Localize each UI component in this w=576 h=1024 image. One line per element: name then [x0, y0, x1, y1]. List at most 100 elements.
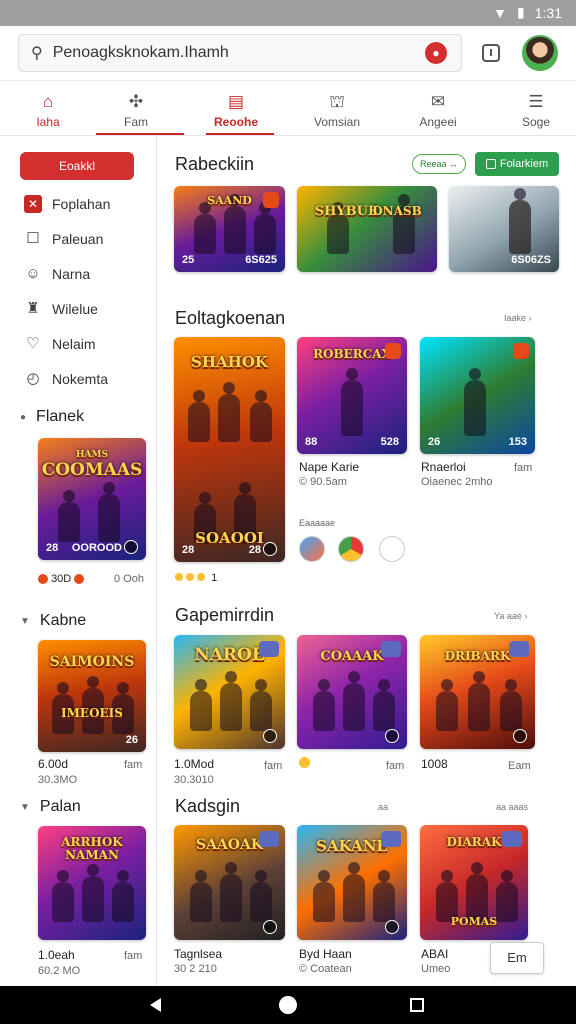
home-button-icon[interactable] — [279, 996, 297, 1014]
character-art — [341, 368, 363, 436]
coin-icon — [38, 574, 48, 585]
character-art — [313, 870, 335, 922]
game-card[interactable]: ARRHOK NAMAN — [38, 826, 146, 940]
game-card[interactable]: HAMS COOMAAS 28 OOROOD — [38, 438, 146, 560]
card-title: ARRHOK NAMAN — [61, 835, 123, 862]
section-link[interactable]: aa — [378, 802, 388, 812]
sidebar-primary-button[interactable]: Eoakkl — [20, 152, 134, 180]
system-nav-bar — [0, 986, 576, 1024]
search-input[interactable]: ⚲ Penoagksknokam.Ihamh ● — [18, 34, 462, 72]
see-all-link[interactable]: Ya aae › — [494, 611, 527, 621]
character-art — [224, 194, 246, 254]
card-title: SHAHOK — [191, 353, 268, 371]
filter-button[interactable]: Reeaa ↔ — [412, 154, 466, 174]
section-title: Rabeckiin — [175, 154, 255, 174]
info-icon — [263, 729, 277, 743]
card-stat: 6S06ZS — [511, 254, 551, 266]
game-card[interactable]: DIARAK POMAS — [420, 825, 528, 940]
card-title: SAIMOINS — [49, 654, 135, 670]
tab-underline-active — [206, 133, 274, 135]
character-art — [112, 870, 134, 922]
sidebar-item-6[interactable]: ◴ Nokemta — [24, 367, 154, 391]
info-icon — [385, 920, 399, 934]
sidebar-item-5[interactable]: ♡ Nelaim — [24, 332, 154, 356]
sidebar-item-label: Foplahan — [52, 196, 111, 212]
card-meta-right: 0 Ooh — [114, 573, 144, 585]
character-art — [373, 679, 395, 731]
timer-icon[interactable] — [379, 536, 405, 562]
sidebar-section-header[interactable]: ▼ Palan — [20, 798, 81, 816]
character-art — [327, 202, 349, 254]
tab-label: Iaha — [36, 115, 60, 129]
character-art — [436, 679, 458, 731]
sidebar-item-1[interactable]: ✕ Foplahan — [24, 192, 154, 216]
sidebar-section-header[interactable]: ▼ Kabne — [20, 612, 86, 630]
sidebar-item-4[interactable]: ♜ Wilelue — [24, 297, 154, 321]
status-bar: ▼ ▮ 1:31 — [0, 0, 576, 26]
tab-label: Reoohe — [213, 115, 258, 129]
game-card[interactable]: COAAAK — [297, 635, 407, 749]
game-card[interactable]: SAKANE — [297, 825, 407, 940]
tab-label: Soge — [521, 115, 551, 129]
game-card[interactable]: SAIMOINS IMEOEIS 26 — [38, 640, 146, 752]
notification-icon[interactable] — [482, 44, 500, 62]
card-subtitle: POMAS — [450, 915, 498, 928]
tab-mail[interactable]: ✉ Angeei — [390, 81, 486, 137]
bullet-icon: ● — [20, 411, 27, 423]
heart-icon: ♡ — [26, 335, 40, 352]
game-card[interactable]: SAAOAK — [174, 825, 285, 940]
primary-action-button[interactable]: Folarkiem — [475, 152, 559, 176]
app-window: ▼ ▮ 1:31 ⚲ Penoagksknokam.Ihamh ● ⌂ Iaha… — [0, 0, 576, 1024]
game-card[interactable]: NAROE — [174, 635, 285, 749]
tab-school[interactable]: ⛫ Vomsian — [289, 81, 385, 137]
recents-icon[interactable] — [410, 998, 424, 1012]
card-meta: Tagnlsea — [174, 947, 223, 961]
card-meta-tag: fam — [264, 760, 283, 772]
card-meta: Nape Karie — [299, 460, 360, 474]
card-meta-size: 30.3MO — [38, 774, 78, 786]
sidebar-section-title: Kabne — [39, 612, 87, 629]
clock-icon: ◴ — [26, 370, 40, 387]
card-meta: ABAI — [421, 947, 449, 961]
badge-icon — [509, 641, 529, 657]
game-card[interactable]: ROBERCAX 88 528 — [297, 337, 407, 454]
floating-button[interactable]: Em — [490, 942, 544, 974]
gamepad-icon: ✕ — [24, 195, 42, 213]
sidebar-section-header[interactable]: ● Flanek — [20, 408, 84, 426]
back-icon[interactable] — [150, 998, 161, 1012]
tab-home[interactable]: ⌂ Iaha — [0, 81, 96, 137]
tab-games[interactable]: ✣ Fam — [88, 81, 184, 137]
game-card[interactable]: DRIBARK — [420, 635, 535, 749]
sidebar-item-label: Paleuan — [52, 231, 104, 247]
tab-active[interactable]: ▤ Reoohe — [188, 81, 284, 137]
see-all-link[interactable]: Iaake › — [504, 313, 532, 323]
badge-icon — [259, 831, 279, 847]
rating-coin-icon — [299, 757, 310, 771]
game-card[interactable]: SHYBUK DNASB — [297, 186, 437, 272]
card-stat: 153 — [508, 436, 527, 448]
sidebar-item-2[interactable]: ☐ Paleuan — [24, 227, 154, 251]
wifi-icon: ▼ — [493, 4, 508, 21]
badge-icon — [513, 343, 529, 359]
card-meta-tag: fam — [386, 760, 405, 772]
character-art — [254, 202, 276, 254]
game-card-featured[interactable]: SHAHOK SOAOOI 28 28 — [174, 337, 285, 562]
card-meta: 1008 — [421, 757, 448, 771]
game-icon[interactable] — [299, 536, 325, 562]
clock-time: 1:31 — [534, 4, 562, 21]
game-card[interactable]: 6S06ZS — [449, 186, 559, 272]
sidebar-item-3[interactable]: ☺ Narna — [24, 262, 154, 286]
voice-search-icon[interactable]: ● — [425, 42, 447, 64]
tab-menu[interactable]: ☰ Soge — [488, 81, 576, 137]
game-card[interactable]: 26 153 — [420, 337, 535, 454]
game-card[interactable]: SAAND 25 6S625 — [174, 186, 285, 272]
sidebar-item-label: Nelaim — [52, 336, 96, 352]
card-meta-tag: Eam — [508, 760, 531, 772]
sidebar-section-title: Flanek — [36, 408, 85, 425]
avatar[interactable] — [522, 35, 558, 71]
chrome-icon[interactable] — [338, 536, 364, 562]
card-stat: 28 — [182, 544, 195, 556]
tab-label: Fam — [124, 115, 148, 129]
badge-icon — [381, 641, 401, 657]
section-link[interactable]: aa aaas — [496, 802, 528, 812]
